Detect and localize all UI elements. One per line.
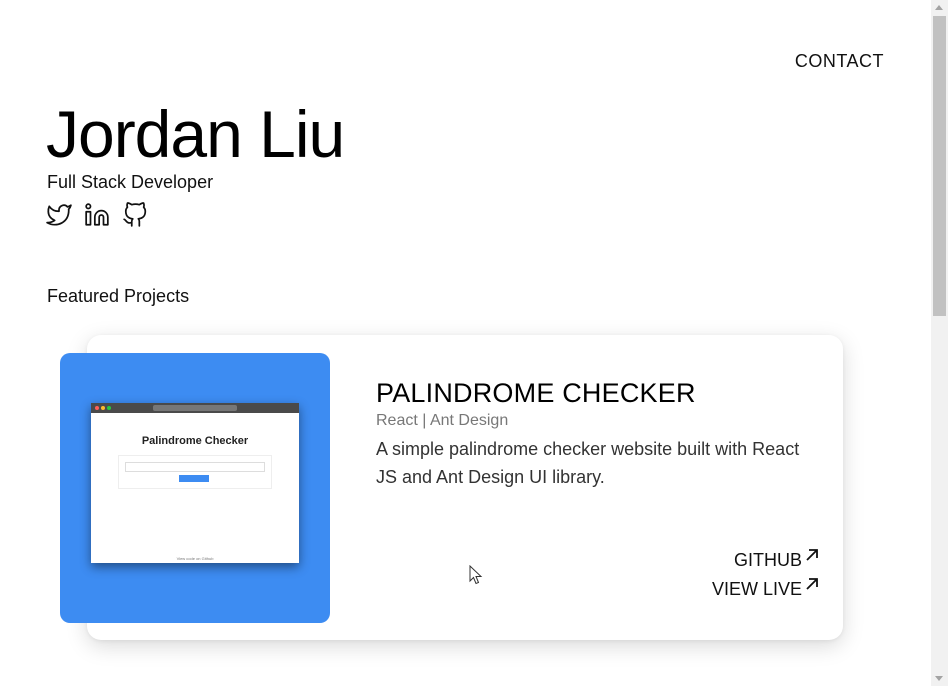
portfolio-page: CONTACT Jordan Liu Full Stack Developer …	[0, 0, 931, 686]
project-thumbnail: Palindrome Checker View code on Github	[60, 353, 330, 623]
browser-mockup: Palindrome Checker View code on Github	[91, 403, 299, 563]
arrow-up-right-icon	[806, 578, 818, 590]
mockup-footer: View code on Github	[176, 556, 214, 561]
social-links	[46, 202, 148, 228]
mouse-cursor-icon	[469, 565, 483, 585]
scroll-up-icon[interactable]	[935, 5, 943, 10]
linkedin-icon[interactable]	[84, 202, 110, 228]
browser-toolbar	[91, 403, 299, 413]
nav-contact-link[interactable]: CONTACT	[795, 51, 884, 72]
mockup-button	[179, 475, 209, 482]
view-live-label: VIEW LIVE	[711, 579, 802, 599]
project-tech: React | Ant Design	[376, 412, 509, 429]
hero-role: Full Stack Developer	[47, 172, 214, 192]
vertical-scrollbar[interactable]	[931, 0, 948, 686]
scroll-down-icon[interactable]	[935, 676, 943, 681]
mockup-form	[118, 455, 272, 489]
arrow-up-right-icon	[806, 549, 818, 561]
github-icon[interactable]	[122, 202, 148, 228]
featured-projects-heading: Featured Projects	[47, 286, 190, 306]
mockup-input	[125, 462, 265, 472]
twitter-icon[interactable]	[46, 202, 72, 228]
project-github-link[interactable]: GITHUB	[733, 549, 819, 571]
project-description: A simple palindrome checker website buil…	[376, 439, 800, 487]
github-link-label: GITHUB	[733, 550, 802, 570]
project-title: PALINDROME CHECKER	[376, 378, 696, 408]
scrollbar-thumb[interactable]	[933, 16, 946, 316]
mockup-app-title: Palindrome Checker	[141, 435, 249, 447]
project-view-live-link[interactable]: VIEW LIVE	[711, 578, 819, 600]
hero-name: Jordan Liu	[46, 97, 345, 171]
